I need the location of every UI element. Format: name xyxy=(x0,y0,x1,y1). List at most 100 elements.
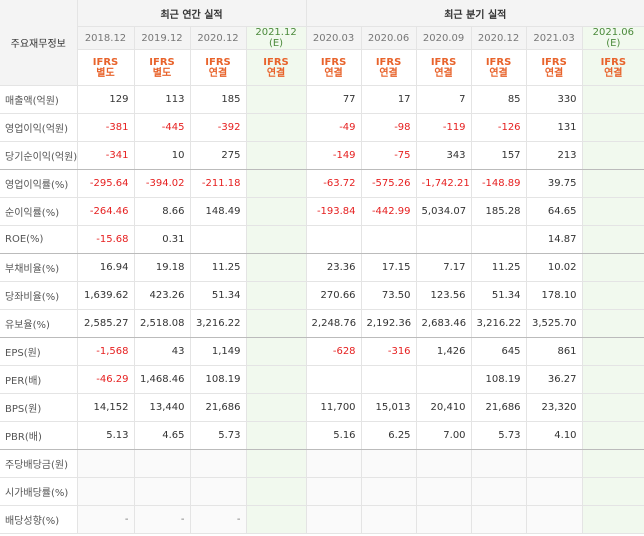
cell-annual-3 xyxy=(246,393,307,422)
cell-annual-2: 21,686 xyxy=(190,393,247,422)
cell-annual-2 xyxy=(190,449,247,478)
cell-annual-1: 10 xyxy=(134,141,191,170)
cell-quarterly-0: 77 xyxy=(306,85,362,114)
cell-annual-1: 423.26 xyxy=(134,281,191,310)
table-row: 유보율(%) 2,585.27 2,518.08 3,216.22 2,248.76 2,… xyxy=(0,309,644,338)
standard-quarterly-0: IFRS 연결 xyxy=(306,49,362,86)
cell-quarterly-4: 36.27 xyxy=(526,365,583,394)
cell-quarterly-3: -148.89 xyxy=(471,169,527,198)
table-row: EPS(원) -1,568 43 1,149 -628 -316 1,426 645 861 xyxy=(0,337,644,366)
cell-quarterly-1: 17.15 xyxy=(361,253,417,282)
cell-annual-3 xyxy=(246,169,307,198)
cell-quarterly-0: 23.36 xyxy=(306,253,362,282)
cell-annual-1: 43 xyxy=(134,337,191,366)
cell-annual-2: 11.25 xyxy=(190,253,247,282)
cell-quarterly-5 xyxy=(582,197,644,226)
cell-quarterly-0 xyxy=(306,477,362,506)
table-row: 주당배당금(원) xyxy=(0,449,644,478)
period-quarterly-0: 2020.03 xyxy=(306,26,362,50)
cell-annual-2: 3,216.22 xyxy=(190,309,247,338)
row-label: EPS(원) xyxy=(0,337,78,366)
cell-quarterly-2 xyxy=(416,225,472,254)
cell-annual-2: 1,149 xyxy=(190,337,247,366)
cell-annual-1: -394.02 xyxy=(134,169,191,198)
period-annual-2: 2020.12 xyxy=(190,26,247,50)
cell-annual-0: -381 xyxy=(77,113,135,142)
cell-annual-2: 51.34 xyxy=(190,281,247,310)
row-label: 유보율(%) xyxy=(0,309,78,338)
cell-quarterly-3 xyxy=(471,477,527,506)
cell-annual-1: 113 xyxy=(134,85,191,114)
standard-quarterly-5: IFRS 연결 xyxy=(582,49,644,86)
cell-annual-1: 0.31 xyxy=(134,225,191,254)
cell-annual-2: -392 xyxy=(190,113,247,142)
table-row: BPS(원) 14,152 13,440 21,686 11,700 15,013 20,4… xyxy=(0,393,644,422)
cell-annual-2 xyxy=(190,477,247,506)
cell-quarterly-2 xyxy=(416,449,472,478)
cell-quarterly-2: -119 xyxy=(416,113,472,142)
cell-quarterly-3: 5.73 xyxy=(471,421,527,450)
cell-quarterly-0: 2,248.76 xyxy=(306,309,362,338)
cell-annual-3 xyxy=(246,421,307,450)
cell-annual-3 xyxy=(246,337,307,366)
cell-annual-3 xyxy=(246,197,307,226)
cell-quarterly-5 xyxy=(582,309,644,338)
cell-quarterly-4: 64.65 xyxy=(526,197,583,226)
cell-quarterly-0: -628 xyxy=(306,337,362,366)
cell-quarterly-2: 7.00 xyxy=(416,421,472,450)
cell-annual-0: 14,152 xyxy=(77,393,135,422)
quarterly-title: 최근 분기 실적 xyxy=(306,0,644,27)
standard-quarterly-3: IFRS 연결 xyxy=(471,49,527,86)
cell-quarterly-4 xyxy=(526,477,583,506)
cell-annual-1 xyxy=(134,449,191,478)
cell-quarterly-5 xyxy=(582,281,644,310)
cell-annual-0: 5.13 xyxy=(77,421,135,450)
cell-quarterly-3: 11.25 xyxy=(471,253,527,282)
row-label: ROE(%) xyxy=(0,225,78,254)
cell-quarterly-3: 3,216.22 xyxy=(471,309,527,338)
period-annual-1: 2019.12 xyxy=(134,26,191,50)
cell-quarterly-5 xyxy=(582,225,644,254)
cell-quarterly-5 xyxy=(582,337,644,366)
annual-title: 최근 연간 실적 xyxy=(77,0,307,27)
cell-quarterly-3: 108.19 xyxy=(471,365,527,394)
cell-quarterly-5 xyxy=(582,85,644,114)
cell-annual-2: 275 xyxy=(190,141,247,170)
table-row: ROE(%) -15.68 0.31 14.87 xyxy=(0,225,644,254)
cell-quarterly-3: 157 xyxy=(471,141,527,170)
cell-quarterly-5 xyxy=(582,477,644,506)
period-quarterly-2: 2020.09 xyxy=(416,26,472,50)
cell-quarterly-5 xyxy=(582,449,644,478)
cell-annual-0: - xyxy=(77,505,135,534)
cell-quarterly-5 xyxy=(582,505,644,534)
table-row: 당좌비율(%) 1,639.62 423.26 51.34 270.66 73.50 123… xyxy=(0,281,644,310)
cell-quarterly-2: 1,426 xyxy=(416,337,472,366)
table-row: 시가배당률(%) xyxy=(0,477,644,506)
cell-annual-1: 13,440 xyxy=(134,393,191,422)
table-row: 부채비율(%) 16.94 19.18 11.25 23.36 17.15 7.17 11.2… xyxy=(0,253,644,282)
cell-quarterly-4 xyxy=(526,505,583,534)
cell-quarterly-2: 20,410 xyxy=(416,393,472,422)
cell-quarterly-4: 178.10 xyxy=(526,281,583,310)
cell-annual-1: - xyxy=(134,505,191,534)
cell-quarterly-2: 5,034.07 xyxy=(416,197,472,226)
cell-annual-3 xyxy=(246,505,307,534)
cell-annual-1: 1,468.46 xyxy=(134,365,191,394)
cell-quarterly-4: 213 xyxy=(526,141,583,170)
cell-quarterly-0: 5.16 xyxy=(306,421,362,450)
row-label: 부채비율(%) xyxy=(0,253,78,282)
cell-annual-1: 2,518.08 xyxy=(134,309,191,338)
cell-quarterly-0: -49 xyxy=(306,113,362,142)
period-quarterly-3: 2020.12 xyxy=(471,26,527,50)
cell-annual-3 xyxy=(246,253,307,282)
cell-annual-2 xyxy=(190,225,247,254)
cell-quarterly-5 xyxy=(582,113,644,142)
cell-annual-0: -15.68 xyxy=(77,225,135,254)
cell-quarterly-1: 2,192.36 xyxy=(361,309,417,338)
row-label: 배당성향(%) xyxy=(0,505,78,534)
cell-quarterly-1 xyxy=(361,449,417,478)
cell-annual-0: -295.64 xyxy=(77,169,135,198)
standard-annual-1: IFRS 별도 xyxy=(134,49,191,86)
cell-quarterly-1: 17 xyxy=(361,85,417,114)
cell-annual-0: 129 xyxy=(77,85,135,114)
